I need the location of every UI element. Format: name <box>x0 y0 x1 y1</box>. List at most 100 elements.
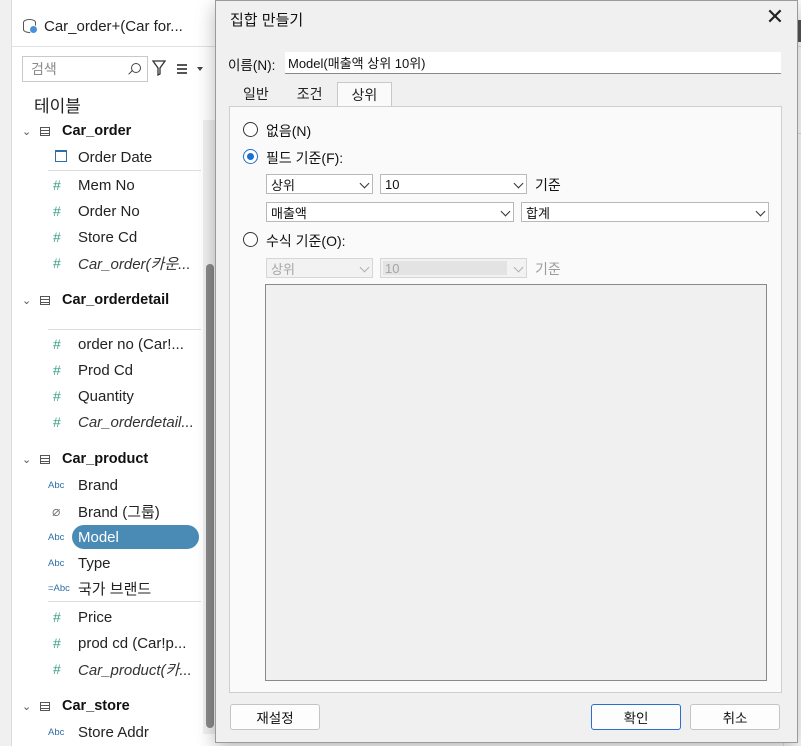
radio-none[interactable] <box>243 122 258 137</box>
field-type[interactable]: Abc Type <box>48 551 111 575</box>
number-icon: # <box>53 635 61 651</box>
radio-by-field[interactable] <box>243 149 258 164</box>
chevron-down-icon[interactable]: ⌄ <box>22 294 36 307</box>
table-header-car-order[interactable]: ⌄ Car_order <box>22 120 131 142</box>
view-options-icon[interactable] <box>176 62 204 76</box>
field-label: Car_order(카운... <box>78 255 191 273</box>
name-label: 이름(N): <box>228 58 276 73</box>
field-mem-no[interactable]: # Mem No <box>48 173 135 197</box>
table-icon <box>40 454 50 464</box>
field-label: order no (Car!... <box>78 335 184 353</box>
field-label: Store Cd <box>78 228 138 246</box>
paperclip-icon: ⌀ <box>52 502 61 519</box>
number-icon: # <box>53 414 61 430</box>
tab-top[interactable]: 상위 <box>336 82 393 107</box>
table-header-car-store[interactable]: ⌄ Car_store <box>22 695 130 717</box>
radio-by-formula[interactable] <box>243 232 258 247</box>
datasource-item[interactable]: Car_order+(Car for... <box>22 14 183 38</box>
scrollbar-thumb[interactable] <box>206 264 214 728</box>
create-set-dialog: 집합 만들기 ✕ 이름(N): 일반 조건 상위 없음(N) 필드 기준(F):… <box>215 0 798 743</box>
filter-icon[interactable] <box>151 60 167 77</box>
chevron-down-icon[interactable]: ⌄ <box>22 453 36 466</box>
select-value: 10 <box>385 260 400 276</box>
by-field-count-select[interactable]: 10 <box>380 174 527 194</box>
close-icon[interactable]: ✕ <box>764 6 786 29</box>
field-country-brand[interactable]: =Abc 국가 브랜드 <box>48 576 151 600</box>
by-field-direction-select[interactable]: 상위 <box>266 174 373 194</box>
tab-general[interactable]: 일반 <box>229 82 283 106</box>
number-icon: # <box>53 203 61 219</box>
field-label: Price <box>78 608 113 626</box>
field-price[interactable]: # Price <box>48 605 112 629</box>
table-header-car-orderdetail[interactable]: ⌄ Car_orderdetail <box>22 289 169 311</box>
field-model[interactable]: Abc Model <box>48 525 119 549</box>
table-icon <box>40 126 50 136</box>
field-order-no-car[interactable]: # order no (Car!... <box>48 332 184 356</box>
number-icon: # <box>53 177 61 193</box>
divider <box>48 329 201 330</box>
field-store-addr[interactable]: Abc Store Addr <box>48 720 149 744</box>
number-icon: # <box>53 661 61 677</box>
field-label: Car_product(카... <box>78 661 192 679</box>
field-quantity[interactable]: # Quantity <box>48 384 134 408</box>
field-label: Quantity <box>78 387 134 405</box>
field-car-order-count[interactable]: # Car_order(카운... <box>48 251 191 275</box>
chevron-down-icon <box>513 262 524 273</box>
divider <box>48 601 201 602</box>
select-value: 매출액 <box>271 205 307 221</box>
number-icon: # <box>53 362 61 378</box>
select-value: 상위 <box>271 261 295 277</box>
set-name-input[interactable] <box>285 52 781 74</box>
select-value: 합계 <box>526 205 550 221</box>
by-formula-direction-select: 상위 <box>266 258 373 278</box>
field-brand-group[interactable]: ⌀ Brand (그룹) <box>48 499 160 523</box>
select-value: 10 <box>385 176 400 192</box>
left-edge-strip <box>0 0 12 746</box>
table-name: Car_order <box>62 123 132 139</box>
field-car-orderdetail-count[interactable]: # Car_orderdetail... <box>48 410 194 434</box>
chevron-down-icon <box>513 178 524 189</box>
table-icon <box>40 701 50 711</box>
search-icon[interactable] <box>131 63 141 73</box>
by-formula-suffix: 기준 <box>535 261 561 277</box>
number-icon: # <box>53 388 61 404</box>
radio-none-label: 없음(N) <box>266 123 312 139</box>
number-icon: # <box>53 229 61 245</box>
cancel-button[interactable]: 취소 <box>690 704 780 730</box>
number-icon: # <box>53 609 61 625</box>
divider <box>12 46 217 47</box>
field-prod-cd-car[interactable]: # prod cd (Car!p... <box>48 631 186 655</box>
radio-by-field-label: 필드 기준(F): <box>266 150 344 166</box>
field-car-product-count[interactable]: # Car_product(카... <box>48 657 192 681</box>
table-name: Car_product <box>62 451 149 467</box>
string-icon: Abc <box>48 531 65 543</box>
tab-condition[interactable]: 조건 <box>283 82 337 106</box>
string-icon: Abc <box>48 726 65 738</box>
by-field-suffix: 기준 <box>535 177 561 193</box>
table-icon <box>40 295 50 305</box>
field-label: Type <box>78 554 111 572</box>
field-label: Order No <box>78 202 140 220</box>
field-prod-cd[interactable]: # Prod Cd <box>48 358 133 382</box>
dialog-title: 집합 만들기 <box>230 12 304 29</box>
ok-button[interactable]: 확인 <box>591 704 681 730</box>
table-header-car-product[interactable]: ⌄ Car_product <box>22 448 148 470</box>
by-formula-count-select: 10 <box>380 258 527 278</box>
field-store-cd[interactable]: # Store Cd <box>48 225 137 249</box>
field-order-date[interactable]: Order Date <box>48 145 152 169</box>
datasource-icon <box>22 18 38 34</box>
field-brand[interactable]: Abc Brand <box>48 473 118 497</box>
field-label: prod cd (Car!p... <box>78 634 187 652</box>
field-order-no[interactable]: # Order No <box>48 199 140 223</box>
reset-button[interactable]: 재설정 <box>230 704 320 730</box>
field-label: Brand <box>78 476 119 494</box>
by-field-field-select[interactable]: 매출액 <box>266 202 514 222</box>
field-label: Mem No <box>78 176 135 194</box>
search-input[interactable]: 검색 <box>22 56 148 82</box>
disabled-field-fill <box>383 261 507 275</box>
chevron-down-icon[interactable]: ⌄ <box>22 125 36 138</box>
by-field-aggregation-select[interactable]: 합계 <box>521 202 769 222</box>
radio-by-formula-label: 수식 기준(O): <box>266 233 346 249</box>
chevron-down-icon[interactable]: ⌄ <box>22 700 36 713</box>
dialog-tabs: 일반 조건 상위 <box>229 82 393 107</box>
